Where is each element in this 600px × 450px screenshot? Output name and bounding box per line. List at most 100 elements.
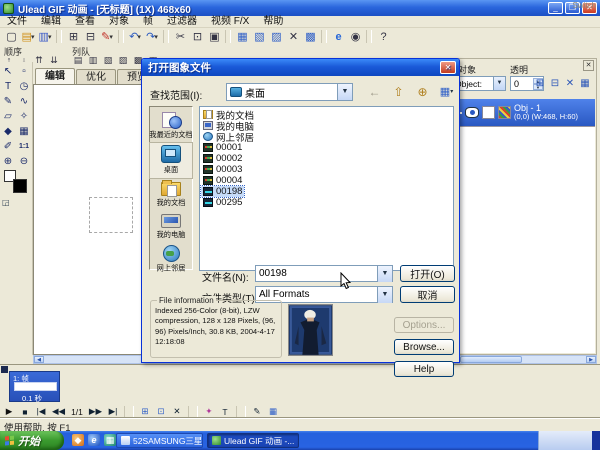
align-center-icon[interactable]: ▥ (87, 54, 99, 66)
help-button[interactable]: Help (394, 361, 454, 377)
zoom-out-tool[interactable]: ⊖ (17, 154, 31, 168)
view-menu-icon[interactable]: ▦▾ (438, 84, 455, 99)
menu-view[interactable]: 查看 (68, 16, 102, 28)
dialog-close-button[interactable]: ✕ (440, 61, 456, 74)
file-00295[interactable]: 00295 (201, 197, 244, 208)
add-frame-button[interactable]: ⊞ (140, 406, 150, 417)
scrollbar-thumb[interactable] (460, 356, 522, 363)
browse-button[interactable]: Browse... (394, 339, 454, 355)
undo-icon[interactable]: ↶▾ (127, 29, 143, 44)
align-right-icon[interactable]: ▧ (102, 54, 114, 66)
actual-size-tool[interactable]: 1:1 (17, 139, 31, 153)
edit-frame-button[interactable]: ✎ (252, 406, 262, 417)
frame-options-button[interactable]: ▦ (268, 406, 278, 417)
quicklaunch-show-desktop-icon[interactable]: ▦ (104, 434, 116, 446)
duplicate-frame-button[interactable]: ⊡ (156, 406, 166, 417)
combo-dropdown-icon[interactable]: ▼ (377, 266, 392, 282)
taskbar-task-samsung[interactable]: 52SAMSUNG三星手... (116, 433, 203, 448)
background-color-swatch[interactable] (13, 179, 27, 193)
grid-tool[interactable]: ▦ (17, 124, 31, 138)
copy-icon[interactable]: ⊡ (189, 29, 205, 44)
ellipse-tool[interactable]: ◷ (17, 79, 31, 93)
browser-preview-icon[interactable]: e (330, 29, 346, 44)
duplicate-frame-icon[interactable]: ▨ (268, 29, 284, 44)
place-desktop[interactable]: 桌面 (150, 143, 192, 178)
combo-dropdown-icon[interactable]: ▼ (377, 287, 392, 303)
paste-icon[interactable]: ▣ (206, 29, 222, 44)
delete-object-icon[interactable]: ✕ (563, 76, 577, 90)
back-icon[interactable]: ← (366, 84, 383, 99)
quicklaunch-ie-icon[interactable]: e (88, 434, 100, 446)
menu-edit[interactable]: 编辑 (34, 16, 68, 28)
print-icon[interactable]: ▩ (302, 29, 318, 44)
place-recent-documents[interactable]: 我最近的文档 (150, 110, 192, 143)
panel-grip[interactable] (1, 366, 8, 373)
move-top-icon[interactable]: ⇈ (33, 54, 45, 66)
open-button[interactable]: 打开(O) (400, 265, 455, 282)
file-00001[interactable]: 00001 (201, 142, 244, 153)
image-frame-icon[interactable]: ▧ (251, 29, 267, 44)
tab-optimize[interactable]: 优化 (76, 69, 116, 84)
export-icon[interactable]: ⊟ (82, 29, 98, 44)
magic-wand-tool[interactable]: ✧ (17, 109, 31, 123)
combo-dropdown-icon[interactable]: ▼ (337, 84, 352, 100)
menu-frame[interactable]: 帧 (136, 16, 160, 28)
object-list-item[interactable]: Obj - 1 (0,0) (W:468, H:60) (447, 99, 595, 126)
object-thumbnail[interactable] (498, 106, 511, 119)
zoom-in-tool[interactable]: ⊕ (1, 154, 15, 168)
reset-colors-icon[interactable]: ◲ (2, 198, 10, 207)
menu-file[interactable]: 文件 (0, 16, 34, 28)
menu-object[interactable]: 对象 (102, 16, 136, 28)
context-help-icon[interactable]: ? (375, 29, 391, 44)
text-animation-button[interactable]: T (220, 407, 230, 417)
file-name-combo[interactable]: 00198 ▼ (255, 265, 393, 282)
cancel-button[interactable]: 取消 (400, 286, 455, 303)
add-image-icon[interactable]: ⊞ (65, 29, 81, 44)
up-one-level-icon[interactable]: ⇧ (390, 84, 407, 99)
banner-text-button[interactable]: ✦ (204, 406, 214, 417)
text-tool[interactable]: T (1, 79, 15, 93)
menu-help[interactable]: 帮助 (256, 16, 290, 28)
cut-icon[interactable]: ✂ (172, 29, 188, 44)
file-00002[interactable]: 00002 (201, 153, 244, 164)
object-select-combo[interactable]: Object: ▼ (452, 76, 506, 91)
copy-object-icon[interactable]: ⊟ (548, 76, 562, 90)
place-my-computer[interactable]: 我的电脑 (150, 211, 192, 243)
canvas-selection-box[interactable] (89, 197, 133, 233)
new-folder-icon[interactable]: ⊕ (414, 84, 431, 99)
file-00003[interactable]: 00003 (201, 164, 244, 175)
file-network[interactable]: 网上邻居 (201, 131, 256, 142)
next-frame-button[interactable]: ▶▶ (89, 406, 102, 417)
quicklaunch-ulead-icon[interactable]: ◆ (72, 434, 84, 446)
select-tool[interactable]: ↖ (1, 64, 15, 78)
fill-tool[interactable]: ◆ (1, 124, 15, 138)
combo-dropdown-icon[interactable]: ▼ (493, 77, 505, 90)
scroll-right-icon[interactable]: ▶ (586, 356, 596, 363)
file-00004[interactable]: 00004 (201, 175, 244, 186)
place-my-documents[interactable]: 我的文档 (150, 178, 192, 211)
align-top-icon[interactable]: ▨ (117, 54, 129, 66)
object-manager-icon[interactable]: ▦ (578, 76, 592, 90)
marquee-tool[interactable]: ▫ (17, 64, 31, 78)
file-00198[interactable]: 00198 (201, 186, 244, 197)
frame-properties-icon[interactable]: ▦ (234, 29, 250, 44)
tab-edit[interactable]: 编辑 (35, 68, 75, 84)
object-list-area[interactable] (447, 126, 595, 353)
open-file-icon[interactable]: ▤▾ (20, 29, 36, 44)
move-bottom-icon[interactable]: ⇊ (48, 54, 60, 66)
look-in-combo[interactable]: 桌面 ▼ (226, 83, 353, 101)
file-list[interactable]: 我的文档 我的电脑 网上邻居 00001 (199, 106, 454, 271)
color-tool-icon[interactable]: ✎▾ (99, 29, 115, 44)
first-frame-button[interactable]: |◀ (36, 406, 46, 417)
frame-thumbnail[interactable]: 1: 帧 0.1 秒 (9, 371, 60, 402)
minimize-button[interactable]: _ (548, 2, 563, 14)
delete-frame-icon[interactable]: ✕ (285, 29, 301, 44)
preview-icon[interactable]: ◉ (347, 29, 363, 44)
save-icon[interactable]: ▥▾ (37, 29, 53, 44)
delete-frame-button[interactable]: ✕ (172, 406, 182, 417)
taskbar-task-ulead[interactable]: Ulead GIF 动画 -... (207, 433, 299, 448)
lasso-tool[interactable]: ∿ (17, 94, 31, 108)
brush-tool[interactable]: ✎ (1, 94, 15, 108)
place-network[interactable]: 网上邻居 (150, 243, 192, 277)
stop-button[interactable]: ■ (20, 407, 30, 417)
